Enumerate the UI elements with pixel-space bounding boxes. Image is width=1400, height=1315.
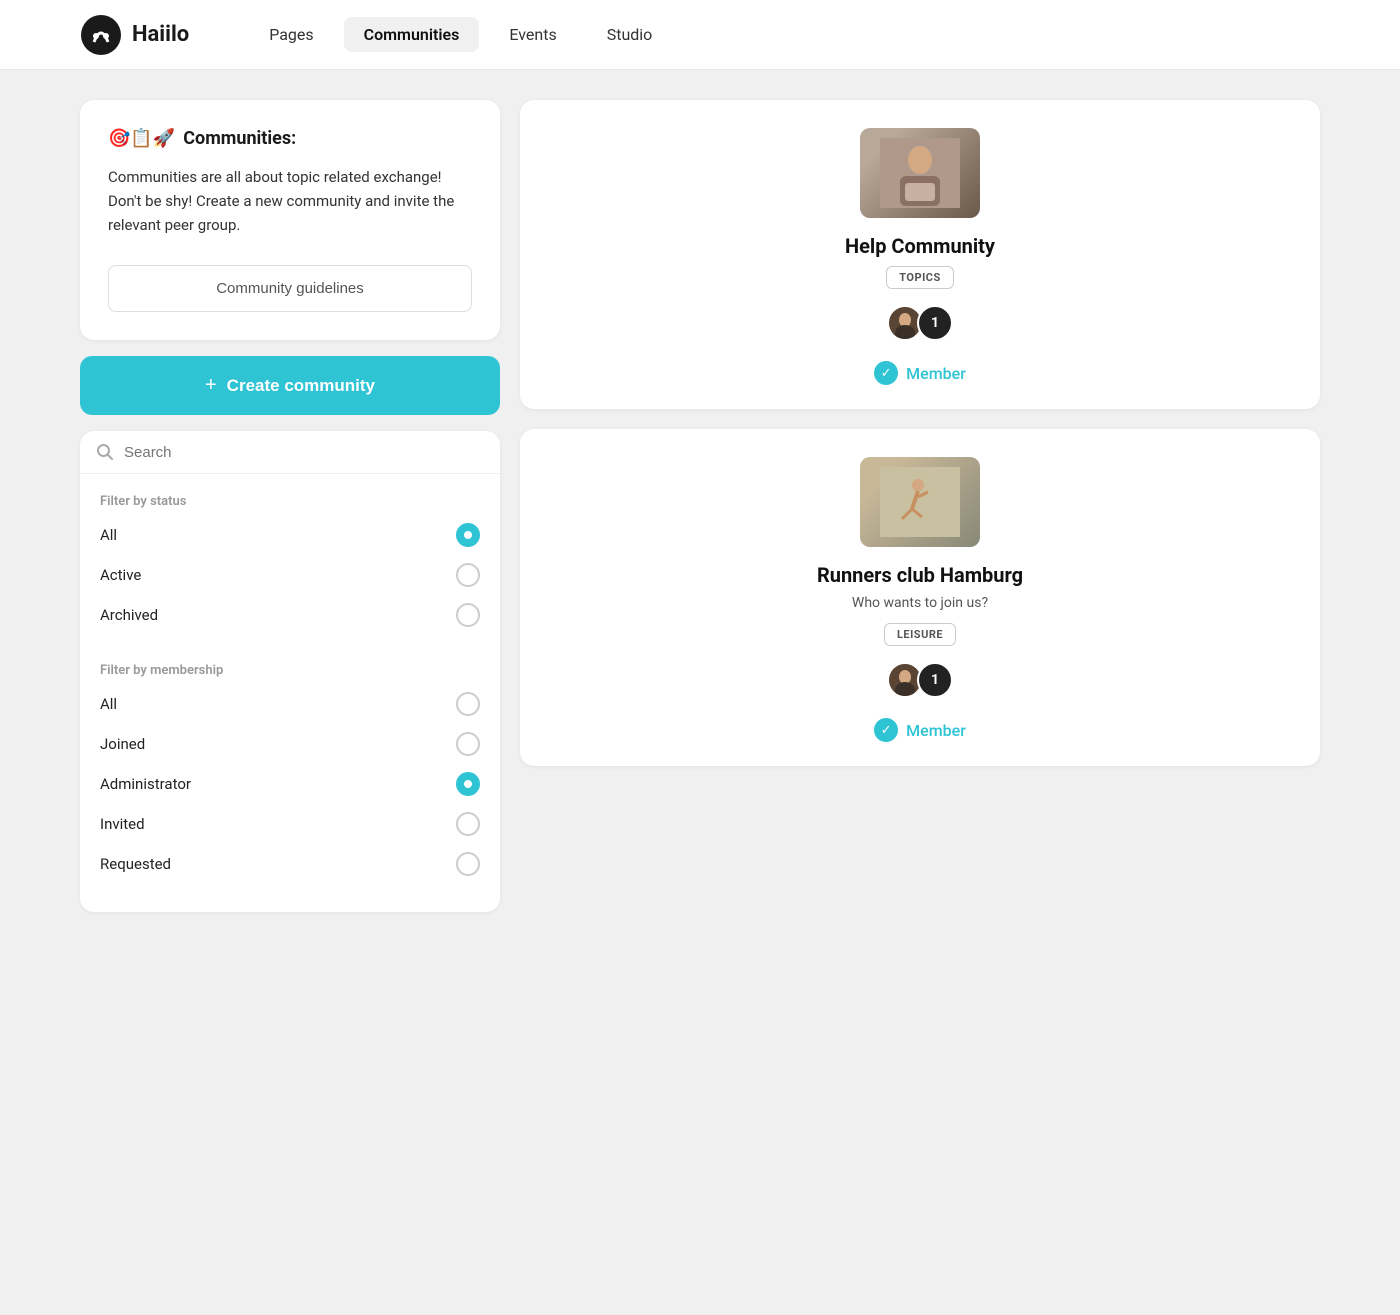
filter-membership-invited-label: Invited [100, 815, 145, 833]
filter-membership-joined[interactable]: Joined [100, 732, 480, 756]
logo-text: Haiilo [132, 22, 189, 47]
community-guidelines-button[interactable]: Community guidelines [108, 265, 472, 312]
filter-status-section: Filter by status All Active Archived [80, 474, 500, 627]
search-input[interactable] [124, 444, 484, 461]
info-card-body: Communities are all about topic related … [108, 165, 472, 237]
filter-card: Filter by status All Active Archived Fil… [80, 431, 500, 912]
filter-status-all-label: All [100, 526, 117, 544]
help-member-avatars: 1 [887, 305, 953, 341]
help-community-name: Help Community [825, 234, 1015, 258]
help-check-icon: ✓ [874, 361, 898, 385]
filter-membership-all-radio[interactable] [456, 692, 480, 716]
runners-community-name: Runners club Hamburg [797, 563, 1043, 587]
create-community-button[interactable]: + Create community [80, 356, 500, 415]
filter-membership-all[interactable]: All [100, 692, 480, 716]
filter-status-archived-label: Archived [100, 606, 158, 624]
help-community-photo [860, 128, 980, 218]
search-box [80, 431, 500, 474]
nav-pages[interactable]: Pages [249, 17, 333, 52]
help-community-card[interactable]: Help Community TOPICS 1 ✓ Member [520, 100, 1320, 409]
filter-membership-joined-label: Joined [100, 735, 145, 753]
filter-membership-requested-radio[interactable] [456, 852, 480, 876]
nav-studio[interactable]: Studio [587, 17, 673, 52]
filter-membership-administrator[interactable]: Administrator [100, 772, 480, 796]
runners-community-card[interactable]: Runners club Hamburg Who wants to join u… [520, 429, 1320, 766]
filter-membership-invited[interactable]: Invited [100, 812, 480, 836]
logo-icon [80, 14, 122, 56]
help-community-tag: TOPICS [886, 266, 954, 289]
main-nav: Pages Communities Events Studio [249, 17, 672, 52]
search-icon [96, 443, 114, 461]
header: Haiilo Pages Communities Events Studio [0, 0, 1400, 70]
runners-member-label: Member [906, 721, 966, 740]
filter-membership-administrator-radio[interactable] [456, 772, 480, 796]
filter-status-archived[interactable]: Archived [100, 603, 480, 627]
help-member-status: ✓ Member [874, 361, 966, 385]
filter-membership-requested-label: Requested [100, 855, 171, 873]
filter-status-archived-radio[interactable] [456, 603, 480, 627]
runners-community-subtitle: Who wants to join us? [852, 595, 988, 611]
runners-member-avatars: 1 [887, 662, 953, 698]
info-card-header: 🎯📋🚀 Communities: [108, 128, 472, 149]
runners-check-icon: ✓ [874, 718, 898, 742]
plus-icon: + [205, 374, 217, 397]
main-content: 🎯📋🚀 Communities: Communities are all abo… [0, 70, 1400, 942]
left-column: 🎯📋🚀 Communities: Communities are all abo… [80, 100, 500, 912]
filter-membership-invited-radio[interactable] [456, 812, 480, 836]
filter-membership-section: Filter by membership All Joined Administ… [80, 643, 500, 912]
help-member-label: Member [906, 364, 966, 383]
runners-community-image [860, 457, 980, 547]
filter-membership-all-label: All [100, 695, 117, 713]
filter-status-active-label: Active [100, 566, 141, 584]
runners-community-photo [860, 457, 980, 547]
filter-membership-joined-radio[interactable] [456, 732, 480, 756]
header-label: Communities: [183, 128, 296, 149]
create-community-label: Create community [227, 376, 375, 396]
nav-communities[interactable]: Communities [344, 17, 480, 52]
filter-membership-label: Filter by membership [100, 663, 480, 678]
filter-status-label: Filter by status [100, 494, 480, 509]
help-community-image [860, 128, 980, 218]
help-member-count: 1 [917, 305, 953, 341]
runners-member-count: 1 [917, 662, 953, 698]
filter-status-active[interactable]: Active [100, 563, 480, 587]
nav-events[interactable]: Events [489, 17, 576, 52]
runners-community-tag: LEISURE [884, 623, 956, 646]
runners-member-status: ✓ Member [874, 718, 966, 742]
logo[interactable]: Haiilo [80, 14, 189, 56]
filter-membership-administrator-label: Administrator [100, 775, 191, 793]
filter-status-all-radio[interactable] [456, 523, 480, 547]
filter-membership-requested[interactable]: Requested [100, 852, 480, 876]
filter-status-all[interactable]: All [100, 523, 480, 547]
right-column: Help Community TOPICS 1 ✓ Member [520, 100, 1320, 912]
info-card: 🎯📋🚀 Communities: Communities are all abo… [80, 100, 500, 340]
header-icons: 🎯📋🚀 [108, 128, 175, 149]
filter-status-active-radio[interactable] [456, 563, 480, 587]
